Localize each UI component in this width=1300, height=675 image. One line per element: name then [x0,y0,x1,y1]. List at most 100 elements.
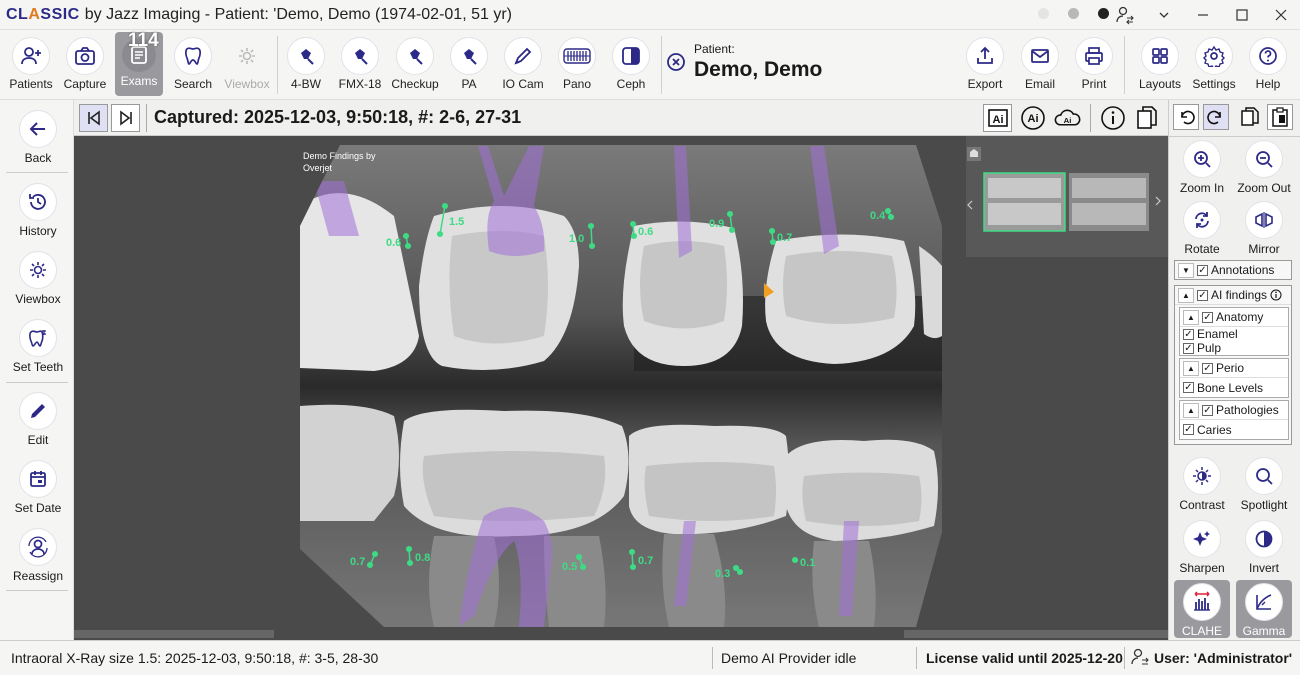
copy-image-button[interactable] [1132,104,1161,132]
exams-button[interactable]: Exams 114 [115,30,163,96]
sensor-icon [410,49,423,65]
annotations-checkbox[interactable]: ✓ [1197,264,1208,276]
zoom-in-button[interactable]: Zoom In [1172,140,1232,195]
anatomy-group: ▲ ✓ Anatomy ✓ Enamel ✓ Pulp [1179,307,1289,356]
image-viewer[interactable]: Demo Findings by Overjet 0.6 1.5 1.0 0.6… [74,136,1168,640]
mirror-button[interactable]: Mirror [1234,201,1294,256]
collapse-ai-findings-icon[interactable]: ▲ [1178,287,1194,303]
zoom-out-button[interactable]: Zoom Out [1234,140,1294,195]
viewbox-side-button[interactable]: Viewbox [6,251,70,306]
set-teeth-button[interactable]: Set Teeth [6,319,70,374]
collapse-pathologies-icon[interactable]: ▲ [1183,402,1199,418]
fmx18-button[interactable]: FMX-18 [333,30,387,100]
anatomy-checkbox[interactable]: ✓ [1202,311,1213,323]
minimize-icon[interactable] [1183,0,1222,30]
pa-button[interactable]: PA [442,30,496,100]
reassign-button[interactable]: Reassign [6,528,70,583]
help-button[interactable]: Help [1241,30,1295,100]
last-image-button[interactable] [111,104,140,132]
ceph-button[interactable]: Ceph [604,30,658,100]
ai-cloud-button[interactable]: Ai [1053,104,1082,132]
pulp-checkbox[interactable]: ✓ [1183,342,1194,354]
undo-button[interactable] [1173,104,1199,130]
collapse-perio-icon[interactable]: ▲ [1183,360,1199,376]
gamma-button[interactable]: Gamma [1236,580,1292,638]
set-date-button[interactable]: Set Date [6,460,70,515]
ai-analyze-button[interactable]: Ai [983,104,1012,132]
back-button[interactable]: Back [6,110,70,165]
pathologies-group: ▲ ✓ Pathologies ✓ Caries [1179,400,1289,440]
theme-dots[interactable] [1038,8,1109,19]
clahe-icon [1194,591,1210,611]
spotlight-button[interactable]: Spotlight [1234,457,1294,512]
edit-button[interactable]: Edit [6,392,70,447]
enamel-checkbox[interactable]: ✓ [1183,328,1194,340]
caries-checkbox[interactable]: ✓ [1183,424,1194,435]
tooth-icon [29,330,46,347]
contrast-button[interactable]: Contrast [1172,457,1232,512]
close-icon[interactable] [1261,0,1300,30]
theme-dot-gray[interactable] [1068,8,1079,19]
horizontal-scrollbar[interactable] [74,630,274,638]
settings-button[interactable]: Settings [1187,30,1241,100]
print-button[interactable]: Print [1067,30,1121,100]
expand-annotations-icon[interactable]: ▼ [1178,262,1194,278]
window-title: by Jazz Imaging - Patient: 'Demo, Demo (… [84,5,512,23]
email-button[interactable]: Email [1013,30,1067,100]
status-separator [712,647,713,669]
svg-text:1.0: 1.0 [569,233,584,245]
rotate-icon [1195,212,1209,228]
patient-label: Patient: [694,42,735,56]
user-switch-icon[interactable] [1130,647,1150,667]
info-button[interactable] [1098,104,1127,132]
xray-canvas[interactable]: Demo Findings by Overjet 0.6 1.5 1.0 0.6… [74,136,1168,640]
menu-more-icon[interactable] [1144,0,1183,30]
first-image-button[interactable] [79,104,108,132]
svg-text:0.6: 0.6 [638,226,653,238]
redo-button[interactable] [1203,104,1229,130]
paste-button[interactable] [1267,104,1293,130]
bone-levels-checkbox[interactable]: ✓ [1183,382,1194,393]
export-button[interactable]: Export [958,30,1012,100]
upload-icon [977,46,993,64]
maximize-icon[interactable] [1222,0,1261,30]
help-icon [1259,47,1277,65]
sun-icon [239,48,255,64]
skip-last-icon [119,110,132,126]
capture-button[interactable]: Capture [58,30,112,100]
layouts-button[interactable]: Layouts [1133,30,1187,100]
history-button[interactable]: History [6,183,70,238]
perio-checkbox[interactable]: ✓ [1202,362,1213,374]
bone-level-marker[interactable]: 0.7 [768,227,793,246]
search-button[interactable]: Search [166,30,220,100]
ai-rerun-button[interactable]: Ai [1018,104,1047,132]
collapse-anatomy-icon[interactable]: ▲ [1183,309,1199,325]
theme-dot-light[interactable] [1038,8,1049,19]
4bw-button[interactable]: 4-BW [279,30,333,100]
invert-button[interactable]: Invert [1234,520,1294,575]
pano-button[interactable]: Pano [550,30,604,100]
ai-findings-checkbox[interactable]: ✓ [1197,289,1208,301]
switch-user-icon[interactable] [1105,0,1144,30]
ai-refresh-icon: Ai [1020,106,1045,130]
annotations-layer[interactable]: ▼ ✓ Annotations [1174,260,1292,280]
sun-icon [30,262,46,278]
copy-annotations-button[interactable] [1237,104,1263,130]
viewbox-button[interactable]: Viewbox [220,30,274,100]
pathologies-checkbox[interactable]: ✓ [1202,404,1213,416]
current-user: User: 'Administrator' [1154,650,1293,666]
invert-icon [1255,530,1273,548]
rotate-button[interactable]: Rotate [1172,201,1232,256]
checkup-button[interactable]: Checkup [388,30,442,100]
svg-text:0.8: 0.8 [415,552,430,564]
sharpen-button[interactable]: Sharpen [1172,520,1232,575]
sensor-icon [464,49,477,65]
io-cam-button[interactable]: IO Cam [496,30,550,100]
horizontal-scrollbar-right[interactable] [904,630,1168,638]
patients-button[interactable]: Patients [4,30,58,100]
close-patient-button[interactable] [666,52,686,72]
clahe-button[interactable]: CLAHE [1174,580,1230,638]
status-separator [1124,647,1125,669]
info-icon[interactable] [1270,289,1282,301]
exams-count-badge: 114 [128,30,159,51]
